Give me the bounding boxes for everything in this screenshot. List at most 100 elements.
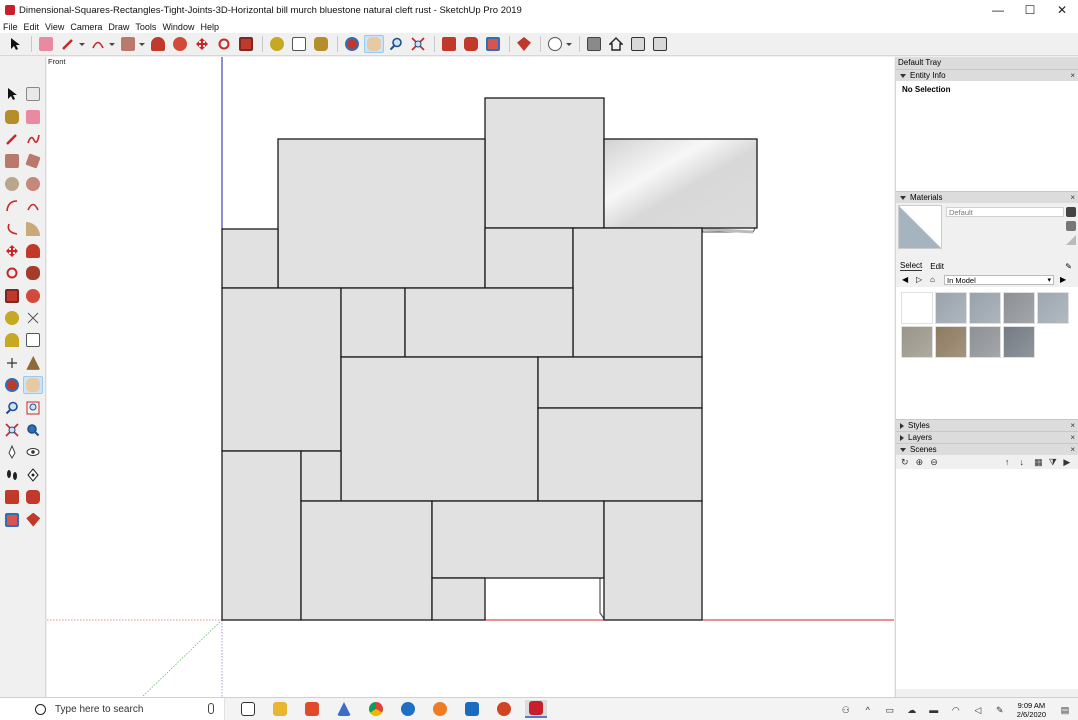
arc-tool-button[interactable] — [2, 197, 22, 215]
chevron-down-icon[interactable] — [79, 42, 85, 46]
paver-stone[interactable] — [603, 500, 703, 621]
zoom-tool-button[interactable] — [386, 35, 406, 53]
extension-warehouse-button[interactable] — [24, 488, 44, 506]
zoom-extents-button[interactable] — [408, 35, 428, 53]
protractor-tool-button[interactable] — [2, 331, 22, 349]
layers-header[interactable]: Layers × — [896, 431, 1078, 443]
menu-view[interactable]: View — [45, 22, 64, 32]
pan-tool-button[interactable] — [364, 35, 384, 53]
text-tool-button[interactable] — [24, 331, 44, 349]
sketchup-taskbar-button[interactable] — [525, 700, 547, 718]
arc-tool-button[interactable] — [88, 35, 108, 53]
two-point-arc-button[interactable] — [24, 197, 44, 215]
material-thumbnail[interactable] — [969, 292, 1001, 324]
tape-measure-tool-button[interactable] — [267, 35, 287, 53]
material-swatch[interactable] — [898, 205, 942, 249]
axes-tool-button[interactable] — [2, 354, 22, 372]
collection-select[interactable]: In Model ▾ — [944, 275, 1054, 285]
zoom-extents-button[interactable] — [2, 421, 22, 439]
app-s-button[interactable] — [301, 700, 323, 718]
menu-window[interactable]: Window — [162, 22, 194, 32]
material-thumbnail[interactable] — [1037, 292, 1069, 324]
move-tool-button[interactable] — [2, 242, 22, 260]
scale-tool-button[interactable] — [2, 287, 22, 305]
line-tool-button[interactable] — [2, 130, 22, 148]
push-pull-tool-button[interactable] — [148, 35, 168, 53]
menu-edit[interactable]: Edit — [24, 22, 40, 32]
sample-paint-icon[interactable] — [1066, 221, 1076, 231]
paint-bucket-tool-button[interactable] — [2, 108, 22, 126]
zoom-tool-button[interactable] — [2, 399, 22, 417]
details-arrow-icon[interactable]: ▶ — [1060, 276, 1068, 284]
paver-stone[interactable] — [484, 97, 605, 229]
send-to-layout-button[interactable] — [483, 35, 503, 53]
view-front-button[interactable] — [628, 35, 648, 53]
details-arrow-icon[interactable]: ▶ — [1063, 457, 1073, 467]
paver-pattern[interactable] — [221, 97, 758, 621]
paver-stone[interactable] — [404, 287, 574, 358]
extension-manager-button[interactable] — [514, 35, 534, 53]
chevron-down-icon[interactable] — [109, 42, 115, 46]
rectangle-tool-button[interactable] — [2, 152, 22, 170]
send-to-layout-button[interactable] — [2, 511, 22, 529]
look-around-button[interactable] — [24, 443, 44, 461]
position-camera-button[interactable] — [2, 443, 22, 461]
rotate-tool-button[interactable] — [2, 264, 22, 282]
paver-stone[interactable] — [431, 577, 486, 621]
paver-stone[interactable] — [340, 287, 406, 358]
cloud-icon[interactable]: ☁ — [907, 705, 917, 715]
clock[interactable]: 9:09 AM 2/6/2020 — [1017, 701, 1046, 719]
menu-file[interactable]: File — [3, 22, 18, 32]
paver-stone[interactable] — [484, 227, 574, 289]
create-material-icon[interactable] — [1066, 207, 1076, 217]
make-component-button[interactable] — [24, 85, 44, 103]
battery-icon[interactable]: ▬ — [929, 705, 939, 715]
material-thumbnail[interactable] — [901, 326, 933, 358]
previous-view-button[interactable] — [24, 421, 44, 439]
tab-edit[interactable]: Edit — [930, 262, 944, 271]
add-scene-icon[interactable]: ⊕ — [916, 457, 926, 467]
task-view-button[interactable] — [237, 700, 259, 718]
paver-stone[interactable] — [221, 287, 342, 452]
push-pull-tool-button[interactable] — [24, 242, 44, 260]
scale-tool-button[interactable] — [236, 35, 256, 53]
tape-measure-tool-button[interactable] — [2, 309, 22, 327]
update-scene-icon[interactable]: ↻ — [901, 457, 911, 467]
notifications-icon[interactable]: ▤ — [1060, 705, 1070, 715]
walk-tool-button[interactable] — [2, 466, 22, 484]
material-thumbnail[interactable] — [901, 292, 933, 324]
paver-stone[interactable] — [340, 356, 539, 502]
wifi-icon[interactable]: ◠ — [951, 705, 961, 715]
default-material-icon[interactable] — [1066, 235, 1076, 245]
pen-icon[interactable]: ✎ — [995, 705, 1005, 715]
people-icon[interactable]: ⚇ — [841, 705, 851, 715]
chrome-button[interactable] — [365, 700, 387, 718]
offset-tool-button[interactable] — [24, 287, 44, 305]
menu-tools[interactable]: Tools — [135, 22, 156, 32]
orbit-tool-button[interactable] — [342, 35, 362, 53]
select-tool-button[interactable] — [5, 35, 25, 53]
powerpoint-button[interactable] — [493, 700, 515, 718]
pie-tool-button[interactable] — [24, 220, 44, 238]
home-icon[interactable]: ⌂ — [930, 276, 938, 284]
paver-stone[interactable] — [300, 450, 342, 502]
account-button[interactable] — [545, 35, 565, 53]
menu-help[interactable]: Help — [200, 22, 219, 32]
move-scene-up-icon[interactable]: ↑ — [1005, 457, 1015, 467]
paver-stone[interactable] — [431, 500, 605, 579]
styles-header[interactable]: Styles × — [896, 419, 1078, 431]
freehand-tool-button[interactable] — [24, 130, 44, 148]
view-options-icon[interactable]: ▦ — [1034, 457, 1044, 467]
eraser-tool-button[interactable] — [24, 108, 44, 126]
paver-stone[interactable] — [537, 407, 703, 502]
minimize-button[interactable]: — — [982, 0, 1014, 20]
view-top-button[interactable] — [606, 35, 626, 53]
material-thumbnail[interactable] — [1003, 292, 1035, 324]
forward-arrow-icon[interactable]: ▷ — [916, 276, 924, 284]
tablet-icon[interactable]: ▭ — [885, 705, 895, 715]
eraser-tool-button[interactable] — [36, 35, 56, 53]
chevron-down-icon[interactable] — [139, 42, 145, 46]
follow-me-button[interactable] — [24, 264, 44, 282]
pan-tool-button[interactable] — [23, 376, 43, 395]
material-thumbnail[interactable] — [1003, 326, 1035, 358]
